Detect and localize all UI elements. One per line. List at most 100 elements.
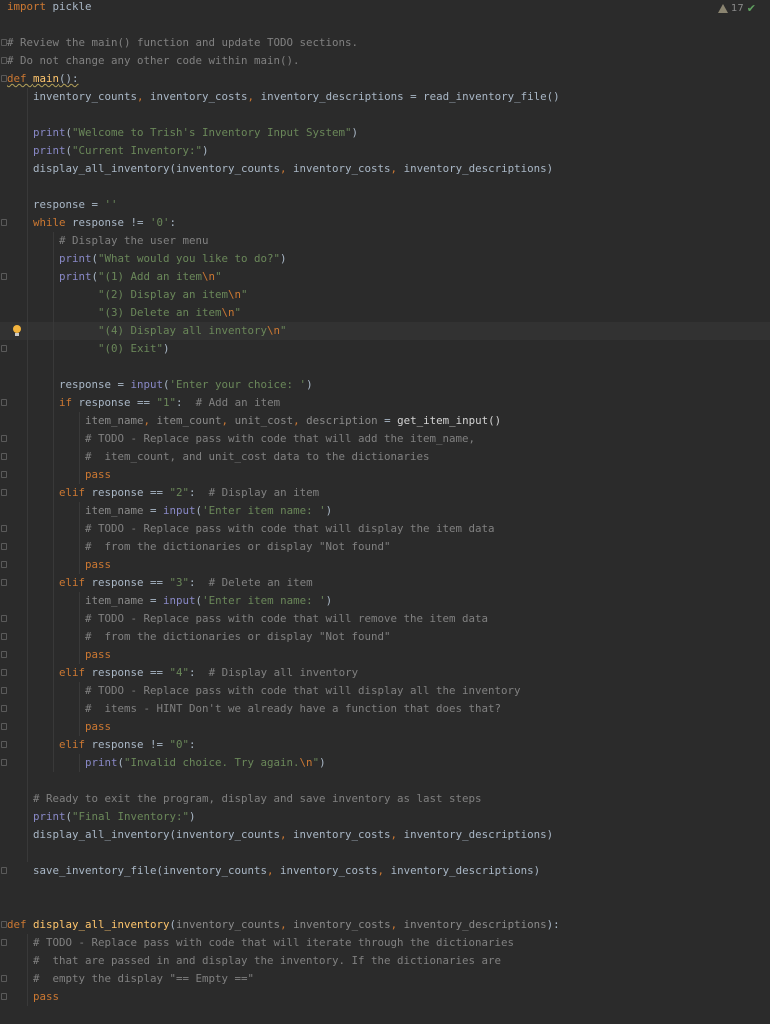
code-line[interactable]: # that are passed in and display the inv… [0,952,770,970]
code-line[interactable]: "(3) Delete an item\n" [0,304,770,322]
code-token: "(4) Display all inventory [7,324,268,337]
fold-marker-icon[interactable] [1,705,7,712]
fold-marker-icon[interactable] [1,867,7,874]
code-line[interactable]: elif response == "4": # Display all inve… [0,664,770,682]
fold-marker-icon[interactable] [1,687,7,694]
code-line[interactable]: save_inventory_file(inventory_counts, in… [0,862,770,880]
code-token: print [7,126,66,139]
code-line[interactable]: display_all_inventory(inventory_counts, … [0,826,770,844]
code-line[interactable] [0,898,770,916]
fold-marker-icon[interactable] [1,921,7,928]
fold-marker-icon[interactable] [1,759,7,766]
code-line[interactable]: print("Invalid choice. Try again.\n") [0,754,770,772]
code-line[interactable]: pass [0,466,770,484]
code-line[interactable]: # item_count, and unit_cost data to the … [0,448,770,466]
fold-marker-icon[interactable] [1,75,7,82]
code-token: # TODO - Replace pass with code that wil… [7,522,495,535]
fold-marker-icon[interactable] [1,723,7,730]
code-line[interactable]: # TODO - Replace pass with code that wil… [0,520,770,538]
fold-marker-icon[interactable] [1,453,7,460]
code-line[interactable]: pass [0,646,770,664]
fold-marker-icon[interactable] [1,615,7,622]
code-line[interactable]: # empty the display "== Empty ==" [0,970,770,988]
code-line[interactable] [0,16,770,34]
fold-marker-icon[interactable] [1,633,7,640]
fold-marker-icon[interactable] [1,399,7,406]
code-token: = [143,594,164,607]
code-line[interactable]: inventory_counts, inventory_costs, inven… [0,88,770,106]
fold-marker-icon[interactable] [1,975,7,982]
code-line[interactable]: display_all_inventory(inventory_counts, … [0,160,770,178]
code-token: , [280,162,294,175]
code-line[interactable]: # from the dictionaries or display "Not … [0,538,770,556]
code-line[interactable]: print("Final Inventory:") [0,808,770,826]
code-line[interactable]: # from the dictionaries or display "Not … [0,628,770,646]
code-line[interactable]: import pickle [0,0,770,16]
fold-marker-icon[interactable] [1,57,7,64]
fold-marker-icon[interactable] [1,39,7,46]
code-line[interactable]: pass [0,988,770,1006]
code-line[interactable]: item_name = input('Enter item name: ') [0,592,770,610]
fold-marker-icon[interactable] [1,345,7,352]
code-line[interactable]: pass [0,556,770,574]
fold-marker-icon[interactable] [1,741,7,748]
code-line[interactable] [0,178,770,196]
code-line[interactable]: # items - HINT Don't we already have a f… [0,700,770,718]
fold-marker-icon[interactable] [1,651,7,658]
code-token: description [306,414,378,427]
fold-marker-icon[interactable] [1,273,7,280]
fold-marker-icon[interactable] [1,669,7,676]
code-line[interactable]: "(0) Exit") [0,340,770,358]
code-line[interactable]: pass [0,718,770,736]
fold-marker-icon[interactable] [1,579,7,586]
code-line[interactable]: while response != '0': [0,214,770,232]
code-token: ) [325,504,333,517]
code-line[interactable]: print("Welcome to Trish's Inventory Inpu… [0,124,770,142]
code-line[interactable] [0,772,770,790]
code-line[interactable]: "(2) Display an item\n" [0,286,770,304]
fold-marker-icon[interactable] [1,543,7,550]
code-line[interactable]: # Ready to exit the program, display and… [0,790,770,808]
code-token: # item_count, and unit_cost data to the … [7,450,430,463]
code-line[interactable]: response = input('Enter your choice: ') [0,376,770,394]
fold-marker-icon[interactable] [1,561,7,568]
code-line[interactable]: elif response == "2": # Display an item [0,484,770,502]
code-token: "What would you like to do?" [98,252,281,265]
code-line[interactable]: item_name = input('Enter item name: ') [0,502,770,520]
fold-marker-icon[interactable] [1,939,7,946]
code-line[interactable]: item_name, item_count, unit_cost, descri… [0,412,770,430]
code-line[interactable]: elif response != "0": [0,736,770,754]
code-token: display_all_inventory [33,918,170,931]
code-line[interactable]: # TODO - Replace pass with code that wil… [0,610,770,628]
code-line[interactable]: print("Current Inventory:") [0,142,770,160]
code-line[interactable] [0,844,770,862]
code-line[interactable]: # TODO - Replace pass with code that wil… [0,934,770,952]
fold-marker-icon[interactable] [1,471,7,478]
code-line[interactable]: if response == "1": # Add an item [0,394,770,412]
code-line[interactable] [0,880,770,898]
code-editor[interactable]: import pickle # Review the main() functio… [0,0,770,1006]
code-line[interactable]: # Do not change any other code within ma… [0,52,770,70]
code-line[interactable]: def display_all_inventory(inventory_coun… [0,916,770,934]
code-line[interactable]: response = '' [0,196,770,214]
code-line[interactable] [0,358,770,376]
fold-marker-icon[interactable] [1,219,7,226]
code-line[interactable]: # Display the user menu [0,232,770,250]
code-line[interactable]: def main(): [0,70,770,88]
code-token: '0' [150,216,170,229]
fold-marker-icon[interactable] [1,525,7,532]
code-line[interactable]: print("What would you like to do?") [0,250,770,268]
code-line[interactable]: elif response == "3": # Delete an item [0,574,770,592]
fold-marker-icon[interactable] [1,435,7,442]
code-line[interactable]: print("(1) Add an item\n" [0,268,770,286]
code-line[interactable]: "(4) Display all inventory\n" [0,322,770,340]
code-line[interactable]: # TODO - Replace pass with code that wil… [0,682,770,700]
code-line[interactable]: # Review the main() function and update … [0,34,770,52]
code-line[interactable]: # TODO - Replace pass with code that wil… [0,430,770,448]
code-line[interactable] [0,106,770,124]
code-token: "4" [169,666,190,679]
lightbulb-icon[interactable] [13,325,21,336]
code-token: : [189,486,209,499]
fold-marker-icon[interactable] [1,993,7,1000]
fold-marker-icon[interactable] [1,489,7,496]
